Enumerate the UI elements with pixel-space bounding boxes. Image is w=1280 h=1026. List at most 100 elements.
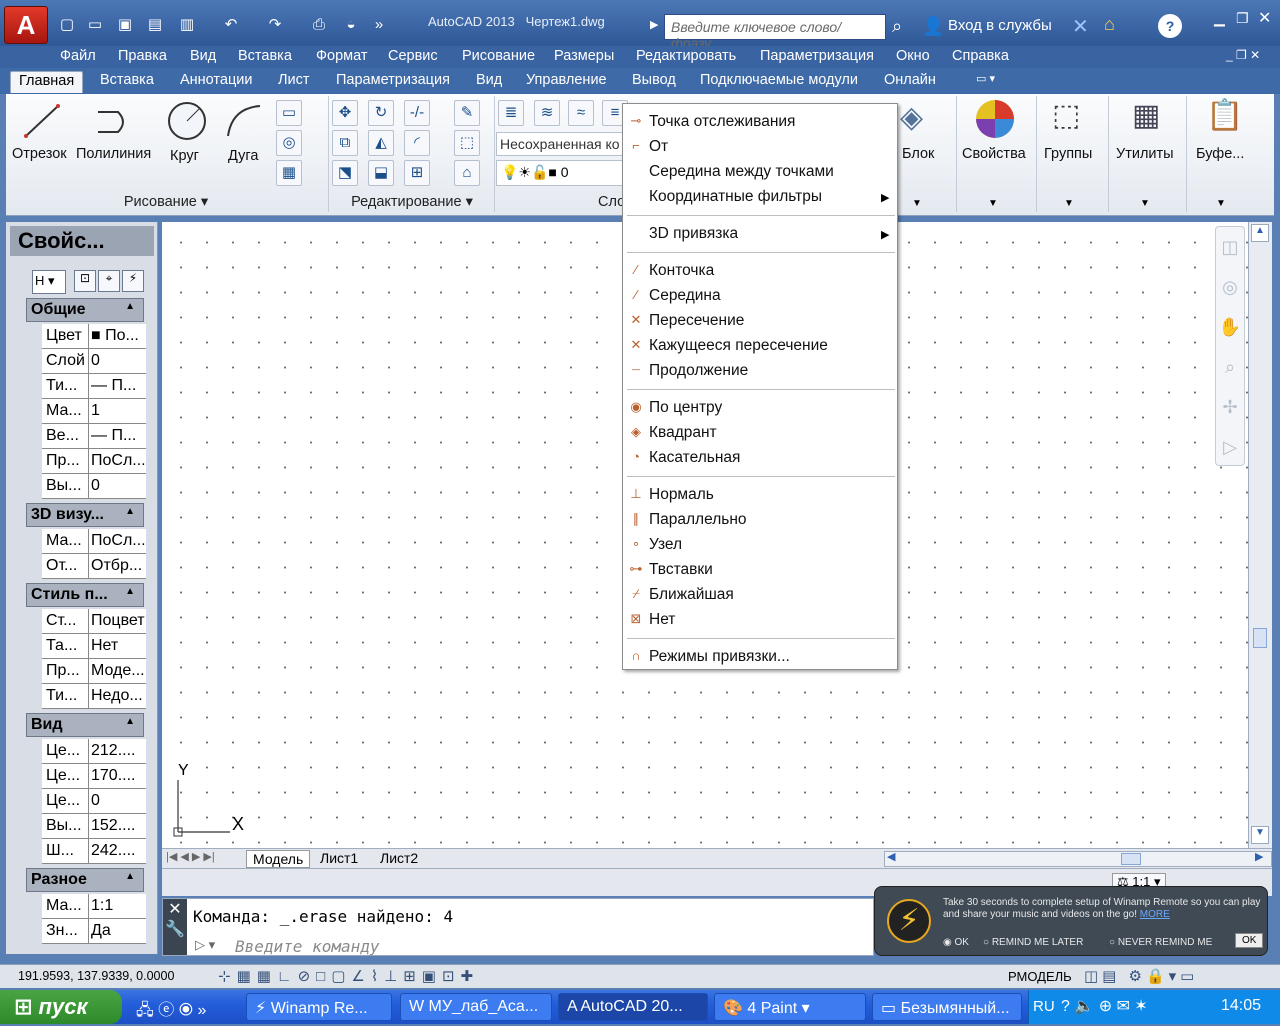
osnap-menu-item[interactable]: ∥ Параллельно bbox=[623, 508, 897, 533]
menu-window[interactable]: Окно bbox=[896, 48, 930, 64]
print-icon[interactable]: ⎙ bbox=[308, 14, 330, 36]
property-row[interactable]: Це... 170.... bbox=[42, 764, 146, 789]
polyline-tool-label[interactable]: Полилиния bbox=[76, 146, 151, 162]
palette-title[interactable]: Свойс... bbox=[10, 226, 154, 256]
property-row[interactable]: Вы... 152.... bbox=[42, 814, 146, 839]
quick-launch-icons[interactable]: 🖧 ⓔ ⦿ » bbox=[136, 996, 206, 1026]
layer-dropdown[interactable]: Несохраненная ко bbox=[496, 132, 626, 156]
model-toggle[interactable]: РМОДЕЛЬ bbox=[1008, 969, 1072, 984]
undo-icon[interactable]: ↶ bbox=[220, 14, 242, 36]
property-value[interactable]: ПоСл... bbox=[88, 449, 146, 473]
property-row[interactable]: Вы... 0 bbox=[42, 474, 146, 499]
search-input[interactable]: Введите ключевое слово/фразу bbox=[664, 14, 886, 51]
property-row[interactable]: Пр... Моде... bbox=[42, 659, 146, 684]
winamp-ok-button[interactable]: OK bbox=[1235, 933, 1264, 948]
option-never[interactable]: ○ NEVER REMIND ME bbox=[1109, 937, 1212, 948]
property-row[interactable]: Ма... 1:1 bbox=[42, 894, 146, 919]
close-icon[interactable]: ✕ bbox=[1258, 8, 1271, 28]
osnap-menu-item[interactable]: ⌿ Ближайшая bbox=[623, 583, 897, 608]
scroll-down-icon[interactable]: ▼ bbox=[1251, 826, 1269, 844]
layer-properties-icon[interactable]: ≣ bbox=[498, 100, 524, 126]
layer-control[interactable]: 💡☀🔓■ 0 bbox=[496, 160, 626, 186]
properties-section-header[interactable]: 3D визу... ▲ bbox=[26, 503, 144, 527]
arc-tool-icon[interactable] bbox=[224, 102, 264, 140]
chevron-down-icon[interactable]: ▼ bbox=[1216, 198, 1226, 209]
language-indicator[interactable]: RU bbox=[1033, 998, 1055, 1015]
chevron-down-icon[interactable]: ▼ bbox=[912, 198, 922, 209]
osnap-menu-item[interactable]: ◔ Касательная bbox=[623, 446, 897, 471]
properties-icon[interactable] bbox=[974, 98, 1016, 140]
osnap-menu-item[interactable]: ∘ Узел bbox=[623, 533, 897, 558]
property-row[interactable]: Зн... Да bbox=[42, 919, 146, 944]
option-remind[interactable]: ○ REMIND ME LATER bbox=[983, 937, 1083, 948]
modify-panel-title[interactable]: Редактирование ▾ bbox=[330, 194, 494, 214]
circle-tool-label[interactable]: Круг bbox=[170, 148, 199, 164]
option-ok[interactable]: ◉ OK bbox=[943, 937, 969, 948]
save-as-icon[interactable]: ▤ bbox=[144, 14, 166, 36]
line-tool-label[interactable]: Отрезок bbox=[12, 146, 67, 162]
redo-icon[interactable]: ↷ bbox=[264, 14, 286, 36]
osnap-menu-item[interactable]: ◉ По центру bbox=[623, 396, 897, 421]
tab-annotate[interactable]: Аннотации bbox=[180, 72, 252, 88]
line-tool-icon[interactable] bbox=[22, 102, 62, 140]
property-row[interactable]: Пр... ПоСл... bbox=[42, 449, 146, 474]
osnap-menu-item[interactable]: ⊸ Точка отслеживания bbox=[623, 110, 897, 135]
layer-state-icon[interactable]: ≋ bbox=[534, 100, 560, 126]
plot-icon[interactable]: ▥ bbox=[176, 14, 198, 36]
trim-icon[interactable]: -/- bbox=[404, 100, 430, 126]
gradient-icon[interactable]: ▦ bbox=[276, 160, 302, 186]
property-row[interactable]: Ти... Недо... bbox=[42, 684, 146, 709]
osnap-menu-item[interactable]: ┈ Продолжение bbox=[623, 359, 897, 384]
status-tools[interactable]: ◫▤ ⚙🔒▾▭ bbox=[1084, 967, 1198, 985]
property-row[interactable]: Ма... ПоСл... bbox=[42, 529, 146, 554]
horizontal-scrollbar[interactable]: ◀ ▶ bbox=[884, 851, 1272, 867]
osnap-menu-item[interactable]: ⁄ Середина bbox=[623, 284, 897, 309]
menu-dimension[interactable]: Размеры bbox=[554, 48, 614, 64]
rotate-icon[interactable]: ↻ bbox=[368, 100, 394, 126]
chevron-down-icon[interactable]: ▼ bbox=[988, 198, 998, 209]
user-icon[interactable]: 👤 bbox=[922, 16, 944, 37]
menu-edit[interactable]: Правка bbox=[118, 48, 167, 64]
start-button[interactable]: ⊞ пуск bbox=[0, 990, 122, 1024]
property-row[interactable]: Ш... 242.... bbox=[42, 839, 146, 864]
property-value[interactable]: 0 bbox=[88, 349, 146, 373]
scroll-up-icon[interactable]: ▲ bbox=[1251, 224, 1269, 242]
chevron-down-icon[interactable]: ▼ bbox=[1140, 198, 1150, 209]
taskbar-item-untitled[interactable]: ▭ Безымянный... bbox=[872, 993, 1022, 1021]
tab-model[interactable]: Модель bbox=[246, 850, 311, 868]
osnap-menu-item[interactable]: ⊶ Твставки bbox=[623, 558, 897, 583]
clipboard-label[interactable]: Буфе... bbox=[1196, 146, 1244, 162]
command-input[interactable]: Введите команду bbox=[235, 937, 380, 956]
winamp-more-link[interactable]: MORE bbox=[1140, 909, 1170, 920]
hatch-icon[interactable]: ◎ bbox=[276, 130, 302, 156]
property-value[interactable]: Поцвет bbox=[88, 609, 146, 633]
properties-section-header[interactable]: Разное ▲ bbox=[26, 868, 144, 892]
scroll-thumb[interactable] bbox=[1253, 628, 1267, 648]
menu-format[interactable]: Формат bbox=[316, 48, 368, 64]
tab-insert[interactable]: Вставка bbox=[100, 72, 154, 88]
property-row[interactable]: Це... 212.... bbox=[42, 739, 146, 764]
property-value[interactable]: ■ По... bbox=[88, 324, 146, 348]
command-prompt-icon[interactable]: ▷ ▾ bbox=[195, 937, 215, 953]
calculator-icon[interactable]: ▦ bbox=[1132, 98, 1160, 133]
properties-section-header[interactable]: Общие ▲ bbox=[26, 298, 144, 322]
menu-draw[interactable]: Рисование bbox=[462, 48, 535, 64]
property-row[interactable]: Ст... Поцвет bbox=[42, 609, 146, 634]
subscription-icon[interactable]: ⌂ bbox=[1104, 14, 1115, 35]
property-value[interactable]: Недо... bbox=[88, 684, 146, 708]
drafting-toggles[interactable]: ⊹▦▦∟⊘□▢∠⌇⊥⊞▣⊡✚ bbox=[218, 967, 479, 985]
menu-insert[interactable]: Вставка bbox=[238, 48, 292, 64]
properties-section-header[interactable]: Стиль п... ▲ bbox=[26, 583, 144, 607]
tab-layout[interactable]: Лист bbox=[278, 72, 310, 88]
osnap-menu-item[interactable]: Середина между точками bbox=[623, 160, 897, 185]
stretch-icon[interactable]: ⬔ bbox=[332, 160, 358, 186]
property-value[interactable]: Да bbox=[88, 919, 146, 943]
property-value[interactable]: 170.... bbox=[88, 764, 146, 788]
property-row[interactable]: Це... 0 bbox=[42, 789, 146, 814]
taskbar-item-word[interactable]: W МУ_лаб_Аса... bbox=[400, 993, 552, 1021]
draw-panel-title[interactable]: Рисование ▾ bbox=[6, 194, 326, 214]
more-icon[interactable]: » bbox=[368, 14, 390, 36]
tab-view[interactable]: Вид bbox=[476, 72, 502, 88]
property-row[interactable]: Та... Нет bbox=[42, 634, 146, 659]
restore-icon[interactable]: ❐ bbox=[1236, 10, 1249, 27]
